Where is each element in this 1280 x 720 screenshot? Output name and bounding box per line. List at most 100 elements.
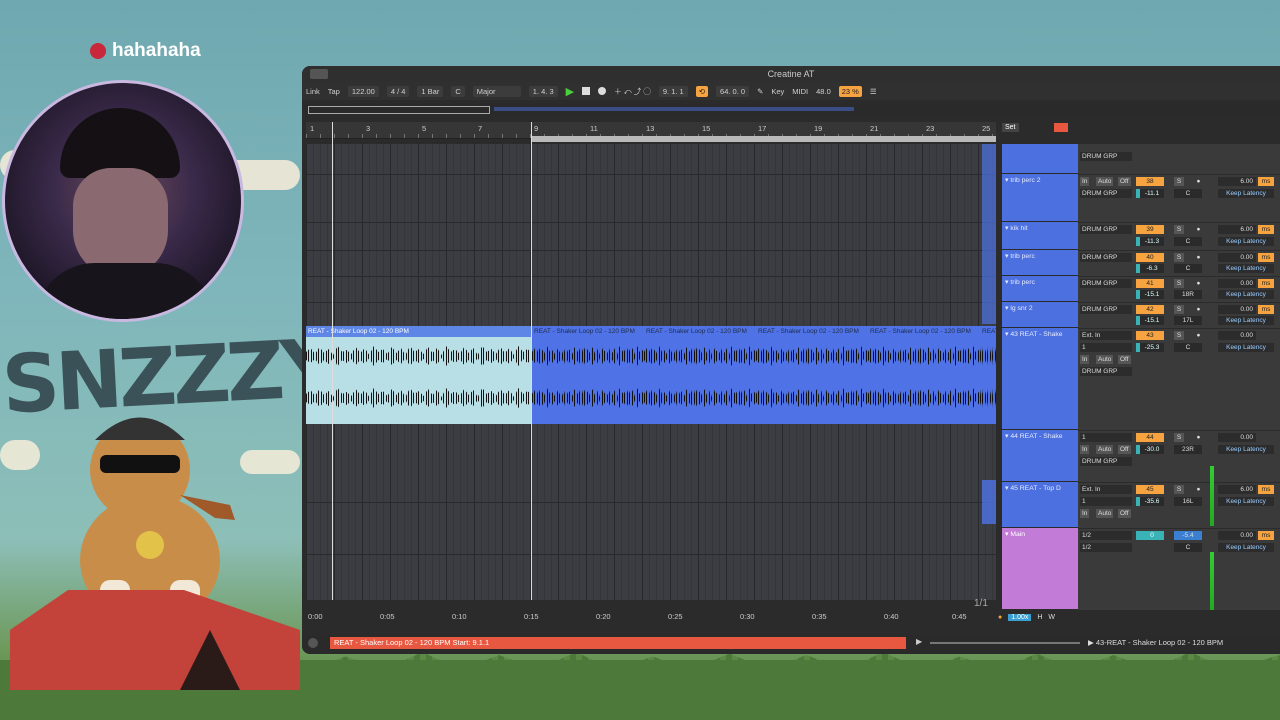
track-delay[interactable]: 6.00 <box>1218 177 1256 186</box>
latency-select[interactable]: Keep Latency <box>1218 264 1274 273</box>
track-header[interactable]: ▾ lg snr 2 <box>1002 302 1078 328</box>
tap-button[interactable]: Tap <box>328 87 340 96</box>
solo-button[interactable]: S <box>1174 253 1184 262</box>
main-number[interactable]: 0 <box>1136 531 1164 540</box>
audio-clip[interactable]: REAT - Shaker Loop 02 - 120 BPM <box>868 326 980 424</box>
draw-mode-icon[interactable]: ✎ <box>757 87 763 96</box>
track-number[interactable]: 43 <box>1136 331 1164 340</box>
audio-clip[interactable]: REAT - Shaker Loop 02 - 120 BPM <box>644 326 756 424</box>
channel-select[interactable]: 1 <box>1080 497 1132 506</box>
delay-unit[interactable]: ms <box>1258 531 1274 540</box>
stop-icon[interactable] <box>582 87 591 95</box>
track-header[interactable]: ▾ trib perc <box>1002 250 1078 276</box>
pan-field[interactable]: 17L <box>1174 316 1202 325</box>
track-number[interactable]: 38 <box>1136 177 1164 186</box>
latency-select[interactable]: Keep Latency <box>1218 237 1274 246</box>
off-button[interactable]: Off <box>1118 509 1131 518</box>
input-select[interactable]: 1 <box>1080 433 1132 442</box>
input-select[interactable]: DRUM GRP <box>1080 189 1132 198</box>
w-button[interactable]: W <box>1048 614 1055 621</box>
arm-icon[interactable]: ● <box>1194 433 1203 442</box>
track-number[interactable]: 42 <box>1136 305 1164 314</box>
track-number[interactable]: 44 <box>1136 433 1164 442</box>
arm-icon[interactable]: ● <box>1194 253 1203 262</box>
delay-unit[interactable]: ms <box>1258 305 1274 314</box>
in-button[interactable]: In <box>1080 355 1090 364</box>
solo-button[interactable]: S <box>1174 485 1184 494</box>
output-select[interactable]: DRUM GRP <box>1080 367 1132 376</box>
track-delay[interactable]: 0.00 <box>1218 279 1256 288</box>
input-select[interactable]: DRUM GRP <box>1080 305 1132 314</box>
solo-button[interactable]: S <box>1174 279 1184 288</box>
auto-button[interactable]: Auto <box>1096 509 1114 518</box>
volume-field[interactable]: -11.3 <box>1136 237 1164 246</box>
pan-field[interactable]: 16L <box>1174 497 1202 506</box>
automation-icons[interactable]: ＋ ⤺ ⤴ ◯ <box>614 86 651 97</box>
arm-icon[interactable]: ● <box>1194 485 1203 494</box>
output-select[interactable]: 1/2 <box>1080 531 1132 540</box>
menu-icon[interactable]: ☰ <box>870 87 877 96</box>
delay-unit[interactable]: ms <box>1258 177 1274 186</box>
link-button[interactable]: Link <box>306 87 320 96</box>
off-button[interactable]: Off <box>1118 445 1131 454</box>
follow-icon[interactable]: ● <box>998 614 1002 621</box>
arm-icon[interactable]: ● <box>1194 177 1203 186</box>
latency-select[interactable]: Keep Latency <box>1218 445 1274 454</box>
playhead-cursor[interactable] <box>531 122 532 600</box>
latency-select[interactable]: Keep Latency <box>1218 343 1274 352</box>
song-position[interactable]: 1. 4. 3 <box>528 85 558 97</box>
track-number[interactable]: 39 <box>1136 225 1164 234</box>
scale-select[interactable]: Major <box>472 85 521 97</box>
clip-stack[interactable] <box>982 144 996 324</box>
auto-button[interactable]: Auto <box>1096 355 1114 364</box>
set-button[interactable]: Set <box>1002 123 1019 132</box>
delay-unit[interactable]: ms <box>1258 253 1274 262</box>
zoom-level[interactable]: 23 % <box>838 85 862 97</box>
track-delay[interactable]: 0.00 <box>1218 305 1256 314</box>
arm-icon[interactable]: ● <box>1194 305 1203 314</box>
pan-field[interactable]: C <box>1174 189 1202 198</box>
arrangement-view[interactable]: REAT - Shaker Loop 02 - 120 BPM REAT - S… <box>306 144 996 601</box>
track-number[interactable]: 41 <box>1136 279 1164 288</box>
audio-clip-selected[interactable]: REAT - Shaker Loop 02 - 120 BPM <box>306 326 532 424</box>
loop-brace[interactable] <box>532 136 996 142</box>
loop-toggle-icon[interactable]: ⟲ <box>695 85 709 97</box>
in-button[interactable]: In <box>1080 177 1090 186</box>
overview-selection[interactable] <box>308 106 490 114</box>
latency-select[interactable]: Keep Latency <box>1218 189 1274 198</box>
audio-clip[interactable]: REAT - Shaker Loop 02 - 120 BPM <box>756 326 868 424</box>
track-delay[interactable]: 6.00 <box>1218 485 1256 494</box>
track-number[interactable]: 45 <box>1136 485 1164 494</box>
track-header[interactable]: ▾ trib perc <box>1002 276 1078 302</box>
arm-icon[interactable]: ● <box>1194 331 1203 340</box>
main-volume-field[interactable]: -5.4 <box>1174 531 1202 540</box>
latency-select[interactable]: Keep Latency <box>1218 497 1274 506</box>
solo-button[interactable]: S <box>1174 305 1184 314</box>
input-select[interactable]: DRUM GRP <box>1080 152 1132 161</box>
latency-select[interactable]: Keep Latency <box>1218 543 1274 552</box>
volume-field[interactable]: -6.3 <box>1136 264 1164 273</box>
track-delay[interactable]: 0.00 <box>1218 253 1256 262</box>
time-signature[interactable]: 4 / 4 <box>386 85 410 97</box>
in-button[interactable]: In <box>1080 445 1090 454</box>
audio-clip[interactable]: REAT - Shaker Loop 02 - 120 BPM <box>532 326 644 424</box>
record-icon[interactable] <box>598 87 607 95</box>
input-select[interactable]: Ext. In <box>1080 331 1132 340</box>
latency-select[interactable]: Keep Latency <box>1218 290 1274 299</box>
delay-unit[interactable]: ms <box>1258 225 1274 234</box>
scrub-bar[interactable] <box>930 642 1080 644</box>
output-select[interactable]: DRUM GRP <box>1080 457 1132 466</box>
volume-field[interactable]: -25.3 <box>1136 343 1164 352</box>
volume-field[interactable]: -15.1 <box>1136 290 1164 299</box>
loop-start[interactable]: 9. 1. 1 <box>658 85 688 97</box>
volume-field[interactable]: -11.1 <box>1136 189 1164 198</box>
channel-select[interactable]: 1 <box>1080 343 1132 352</box>
audio-clip[interactable] <box>982 480 996 524</box>
latency-select[interactable]: Keep Latency <box>1218 316 1274 325</box>
volume-field[interactable]: -35.6 <box>1136 497 1164 506</box>
volume-field[interactable]: -15.1 <box>1136 316 1164 325</box>
pan-field[interactable]: C <box>1174 264 1202 273</box>
arm-icon[interactable]: ● <box>1194 225 1203 234</box>
quantize-menu[interactable]: 1 Bar <box>417 85 444 97</box>
zoom-factor[interactable]: 1.00x <box>1008 614 1032 621</box>
